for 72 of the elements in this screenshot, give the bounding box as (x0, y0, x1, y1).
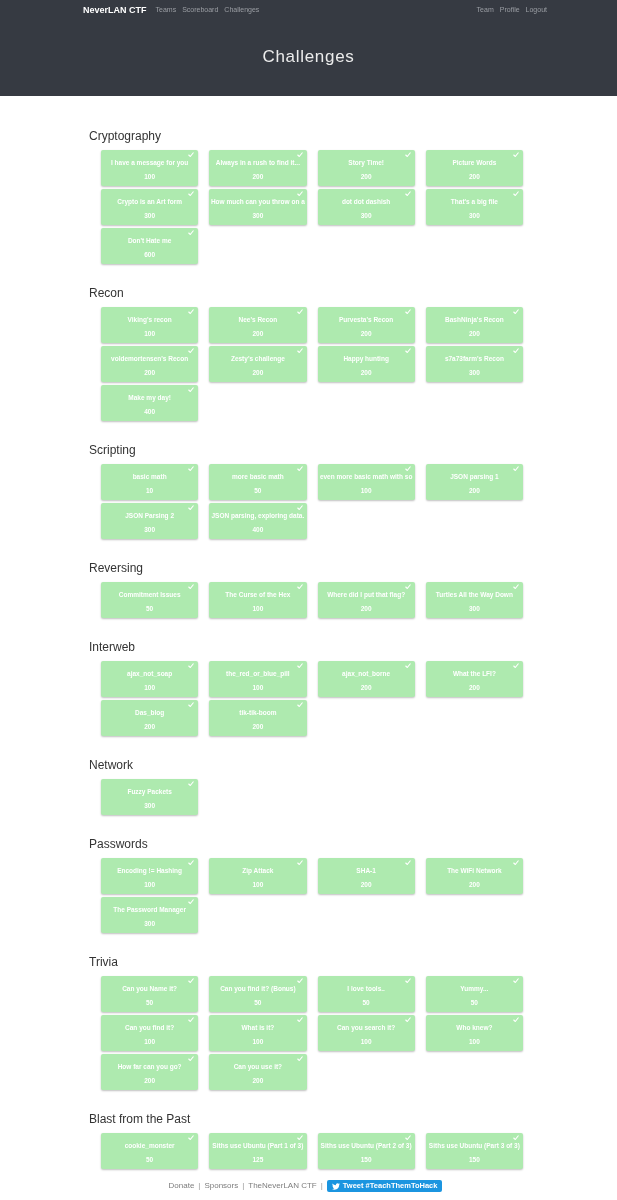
check-icon (188, 348, 195, 353)
check-icon (188, 309, 195, 314)
check-icon (404, 978, 411, 983)
separator-text: | (320, 1181, 323, 1191)
category-heading: Recon (89, 285, 125, 301)
check-icon (188, 1056, 195, 1061)
check-icon (296, 505, 303, 510)
footer-link[interactable]: TheNeverLAN CTF (248, 1181, 317, 1191)
brand-link[interactable]: NeverLAN CTF (83, 4, 147, 16)
check-icon (404, 860, 411, 865)
check-icon (404, 191, 411, 196)
check-icon (513, 860, 519, 865)
check-icon (296, 466, 303, 471)
check-icon (188, 466, 195, 471)
check-icon (296, 1056, 303, 1061)
check-icon (296, 348, 303, 353)
footer-link[interactable]: Sponsors (204, 1181, 239, 1191)
check-icon (188, 860, 195, 865)
category-heading: Network (89, 757, 134, 773)
category-heading: Reversing (89, 560, 145, 576)
check-icon (188, 1017, 195, 1022)
check-icon (296, 702, 303, 707)
check-icon (404, 309, 411, 314)
separator-text: | (242, 1181, 245, 1191)
check-icon (404, 1135, 411, 1140)
category-heading: Passwords (89, 836, 149, 852)
category-heading: Trivia (89, 954, 119, 970)
check-icon (188, 663, 195, 668)
check-icon (188, 191, 195, 196)
check-icon (188, 702, 195, 707)
check-icon (188, 230, 195, 235)
check-icon (513, 191, 519, 196)
check-icon (513, 466, 519, 471)
page-title: Challenges (261, 46, 356, 67)
check-icon (188, 978, 195, 983)
check-icon (296, 1017, 303, 1022)
check-icon (404, 1017, 411, 1022)
check-icon (188, 584, 195, 589)
check-icon (513, 309, 519, 314)
check-icon (404, 584, 411, 589)
footer-link[interactable]: Donate (168, 1181, 195, 1191)
category-heading: Interweb (89, 639, 137, 655)
separator-text: | (198, 1181, 201, 1191)
check-icon (188, 899, 195, 904)
check-icon (513, 978, 519, 983)
check-icon (296, 860, 303, 865)
check-icon (296, 191, 303, 196)
check-icon (404, 348, 411, 353)
category-heading: Scripting (89, 442, 137, 458)
check-icon (296, 584, 303, 589)
check-icon (188, 505, 195, 510)
check-icon (513, 1135, 519, 1140)
category-heading: Cryptography (89, 128, 163, 144)
check-icon (188, 781, 195, 786)
check-icon (404, 152, 411, 157)
bird-icon (331, 1182, 340, 1190)
check-icon (188, 152, 195, 157)
check-icon (404, 466, 411, 471)
check-icon (188, 1135, 195, 1140)
check-icon (296, 309, 303, 314)
category-heading: Blast from the Past (89, 1111, 192, 1127)
check-icon (513, 663, 519, 668)
check-icon (513, 1017, 519, 1022)
check-icon (513, 584, 519, 589)
check-icon (404, 663, 411, 668)
check-icon (513, 152, 519, 157)
check-icon (296, 978, 303, 983)
check-icon (513, 348, 519, 353)
check-icon (188, 387, 195, 392)
check-icon (296, 1135, 303, 1140)
check-icon (296, 152, 303, 157)
check-icon (296, 663, 303, 668)
